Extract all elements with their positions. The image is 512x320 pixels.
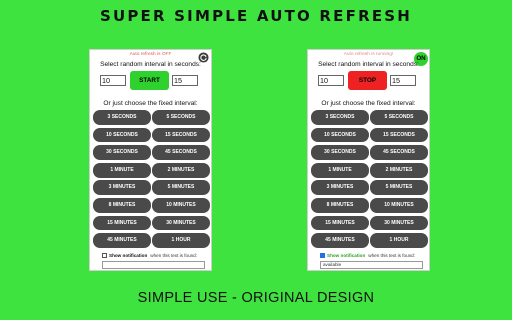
interval-button[interactable]: 5 MINUTES — [370, 180, 428, 196]
interval-button[interactable]: 3 SECONDS — [93, 110, 151, 125]
notify-text: when this text is found: — [368, 252, 416, 258]
random-interval-title: Select random interval in seconds: — [318, 61, 419, 68]
interval-grid: 3 SECONDS 5 SECONDS 10 SECONDS 15 SECOND… — [311, 110, 428, 248]
interval-button[interactable]: 2 MINUTES — [152, 162, 210, 178]
interval-button[interactable]: 45 MINUTES — [311, 233, 369, 248]
random-interval-title: Select random interval in seconds: — [100, 61, 201, 68]
interval-button[interactable]: 1 HOUR — [370, 233, 428, 248]
interval-button[interactable]: 3 SECONDS — [311, 110, 369, 125]
stop-button[interactable]: STOP — [348, 71, 387, 90]
interval-button[interactable]: 45 SECONDS — [370, 145, 428, 160]
min-seconds-input[interactable]: 10 — [318, 75, 344, 86]
max-seconds-input[interactable]: 15 — [390, 75, 416, 86]
notify-text-input[interactable] — [102, 261, 205, 269]
interval-button[interactable]: 5 SECONDS — [152, 110, 210, 125]
interval-button[interactable]: 45 SECONDS — [152, 145, 210, 160]
interval-button[interactable]: 8 MINUTES — [311, 197, 369, 213]
notify-row: Show notification when this text is foun… — [102, 251, 210, 259]
max-seconds-input[interactable]: 15 — [172, 75, 198, 86]
status-text: Auto refresh is OFF — [129, 52, 172, 57]
random-interval-row: 10 START 15 — [100, 71, 203, 90]
notify-row: Show notification when this text is foun… — [320, 251, 428, 259]
interval-button[interactable]: 15 SECONDS — [152, 127, 210, 143]
interval-grid: 3 SECONDS 5 SECONDS 10 SECONDS 15 SECOND… — [93, 110, 210, 248]
popup-panel-off: Auto refresh is OFF Select random interv… — [89, 49, 212, 271]
notify-text: when this text is found: — [150, 252, 198, 258]
status-text: Auto refresh is running! — [343, 52, 394, 57]
interval-button[interactable]: 8 MINUTES — [93, 197, 151, 213]
interval-button[interactable]: 2 MINUTES — [370, 162, 428, 178]
fixed-interval-title: Or just choose the fixed interval: — [321, 100, 416, 107]
interval-button[interactable]: 15 MINUTES — [311, 215, 369, 231]
interval-button[interactable]: 1 HOUR — [152, 233, 210, 248]
start-button[interactable]: START — [130, 71, 169, 90]
notify-label: Show notification — [327, 252, 366, 258]
random-interval-row: 10 STOP 15 — [318, 71, 421, 90]
interval-button[interactable]: 30 SECONDS — [93, 145, 151, 160]
headline: SUPER SIMPLE AUTO REFRESH — [99, 7, 413, 25]
interval-button[interactable]: 10 SECONDS — [311, 127, 369, 143]
footer-caption: SIMPLE USE - ORIGINAL DESIGN — [137, 290, 375, 306]
interval-button[interactable]: 3 MINUTES — [93, 180, 151, 196]
interval-button[interactable]: 45 MINUTES — [93, 233, 151, 248]
interval-button[interactable]: 1 MINUTE — [93, 162, 151, 178]
interval-button[interactable]: 30 MINUTES — [152, 215, 210, 231]
interval-button[interactable]: 15 MINUTES — [93, 215, 151, 231]
notify-checkbox[interactable] — [102, 252, 107, 258]
interval-button[interactable]: 5 MINUTES — [152, 180, 210, 196]
interval-button[interactable]: 10 MINUTES — [370, 197, 428, 213]
popup-panel-running: Auto refresh is running! ON Select rando… — [307, 49, 430, 271]
min-seconds-input[interactable]: 10 — [100, 75, 126, 86]
interval-button[interactable]: 3 MINUTES — [311, 180, 369, 196]
interval-button[interactable]: 5 SECONDS — [370, 110, 428, 125]
interval-button[interactable]: 30 SECONDS — [311, 145, 369, 160]
interval-button[interactable]: 30 MINUTES — [370, 215, 428, 231]
interval-button[interactable]: 10 SECONDS — [93, 127, 151, 143]
notify-text-input[interactable]: available — [320, 261, 423, 269]
notify-checkbox[interactable] — [320, 252, 325, 258]
interval-button[interactable]: 10 MINUTES — [152, 197, 210, 213]
interval-button[interactable]: 15 SECONDS — [370, 127, 428, 143]
notify-label: Show notification — [109, 252, 148, 258]
fixed-interval-title: Or just choose the fixed interval: — [103, 100, 198, 107]
interval-button[interactable]: 1 MINUTE — [311, 162, 369, 178]
